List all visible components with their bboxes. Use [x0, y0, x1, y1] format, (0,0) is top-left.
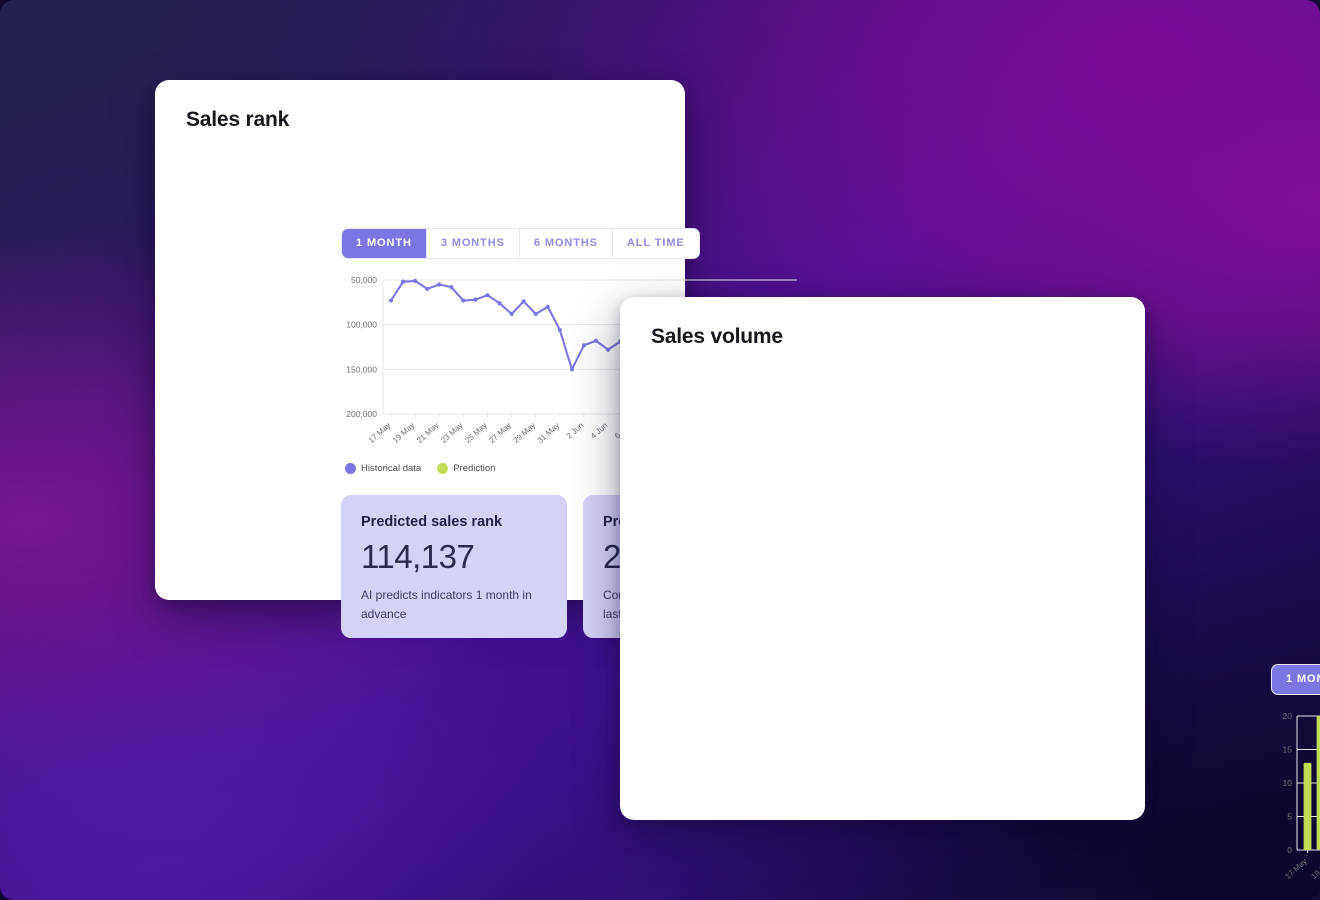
sales-rank-range-tabs[interactable]: 1 MONTH 3 MONTHS 6 MONTHS ALL TIME	[341, 228, 700, 259]
legend-prediction: Prediction	[437, 463, 495, 474]
svg-text:25 May: 25 May	[463, 421, 489, 445]
stat-title: Predicted sales rank	[361, 514, 503, 530]
svg-text:4 Jun: 4 Jun	[589, 421, 610, 441]
svg-text:100,000: 100,000	[346, 320, 377, 330]
stat-value: 114,137	[361, 538, 475, 575]
sales-rank-legend: Historical data Prediction	[345, 463, 504, 474]
tab-all-time[interactable]: ALL TIME	[612, 229, 699, 258]
svg-text:150,000: 150,000	[346, 364, 377, 374]
svg-text:17 May: 17 May	[367, 421, 393, 445]
legend-historical-label: Historical data	[361, 463, 422, 474]
sales-rank-title: Sales rank	[186, 108, 290, 131]
svg-text:20: 20	[1283, 711, 1293, 721]
stat-note: AI predicts indicators 1 month in advanc…	[361, 588, 532, 621]
sales-volume-card: Sales volume 1 MONTH 3 MONTHS 6 MONTHS A…	[620, 297, 1320, 900]
svg-text:19 May: 19 May	[391, 421, 417, 445]
svg-text:27 May: 27 May	[487, 421, 513, 445]
legend-historical-dot	[345, 463, 356, 474]
svg-text:31 May: 31 May	[536, 421, 562, 445]
svg-text:5: 5	[1287, 812, 1292, 822]
sales-volume-title: Sales volume	[651, 325, 783, 348]
svg-text:15: 15	[1283, 745, 1293, 755]
legend-prediction-dot	[437, 463, 449, 474]
sales-volume-range-tabs[interactable]: 1 MONTH 3 MONTHS 6 MONTHS ALL TIME	[1271, 664, 1320, 695]
svg-text:50,000: 50,000	[351, 275, 377, 285]
tab-6-months[interactable]: 6 MONTHS	[519, 229, 613, 258]
legend-historical: Historical data	[345, 463, 421, 474]
legend-prediction-label: Prediction	[453, 463, 496, 474]
tab-3-months[interactable]: 3 MONTHS	[426, 229, 520, 258]
svg-text:200,000: 200,000	[346, 409, 377, 419]
sales-rank-card: Sales rank 1 MONTH 3 MONTHS 6 MONTHS ALL…	[155, 80, 809, 638]
svg-text:19 May: 19 May	[1309, 857, 1320, 881]
svg-text:23 May: 23 May	[439, 421, 465, 445]
svg-text:21 May: 21 May	[415, 421, 441, 445]
svg-text:10: 10	[1283, 778, 1293, 788]
svg-text:2 Jun: 2 Jun	[565, 421, 586, 441]
svg-text:17 May: 17 May	[1283, 857, 1309, 881]
tab-1-month[interactable]: 1 MONTH	[342, 229, 427, 258]
stat-card-predicted-sales-rank: Predicted sales rank 114,137 AI predicts…	[341, 495, 567, 638]
sales-volume-bar-chart: 0510152017 May19 May21 May23 May25 May27…	[1271, 708, 1320, 900]
svg-text:0: 0	[1287, 845, 1292, 855]
svg-text:29 May: 29 May	[512, 421, 538, 445]
tab-1-month[interactable]: 1 MONTH	[1272, 665, 1320, 694]
